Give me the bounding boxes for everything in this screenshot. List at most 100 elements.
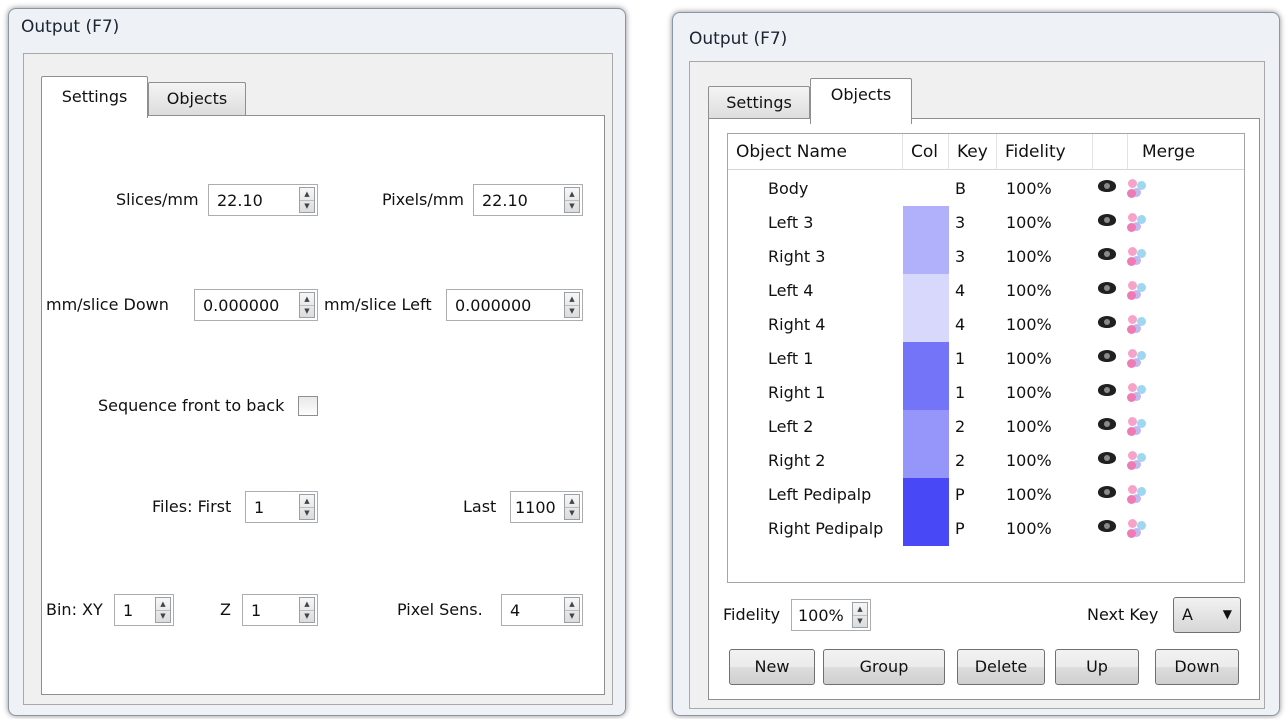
spin-down-icon[interactable]: ▼ (853, 615, 867, 627)
eye-icon[interactable] (1098, 316, 1116, 328)
pixels-per-mm-spinbox[interactable]: 22.10 ▲ ▼ (473, 184, 583, 216)
merge-icon[interactable] (1126, 280, 1154, 302)
spin-down-icon[interactable]: ▼ (300, 507, 314, 519)
object-fidelity: 100% (1006, 179, 1052, 198)
fidelity-spinbox[interactable]: 100% ▲ ▼ (791, 599, 871, 631)
table-row[interactable]: Left 1 1 100% (728, 342, 1244, 376)
spin-buttons[interactable]: ▲ ▼ (155, 597, 171, 623)
object-color-swatch[interactable] (903, 274, 949, 308)
merge-icon[interactable] (1126, 382, 1154, 404)
spin-buttons[interactable]: ▲ ▼ (564, 187, 580, 213)
eye-icon[interactable] (1098, 486, 1116, 498)
bin-z-value: 1 (251, 601, 262, 620)
window-title: Output (F7) (689, 29, 788, 49)
tab-objects[interactable]: Objects (148, 82, 246, 116)
table-row[interactable]: Left 3 3 100% (728, 206, 1244, 240)
object-key: B (955, 179, 966, 198)
object-color-swatch[interactable] (903, 410, 949, 444)
spin-buttons[interactable]: ▲ ▼ (564, 494, 580, 520)
object-color-swatch[interactable] (903, 478, 949, 512)
spin-buttons[interactable]: ▲ ▼ (564, 597, 580, 623)
tab-settings[interactable]: Settings (41, 76, 148, 118)
spin-down-icon[interactable]: ▼ (565, 610, 579, 622)
column-header-key[interactable]: Key (949, 134, 997, 170)
object-color-swatch[interactable] (903, 376, 949, 410)
object-color-swatch[interactable] (903, 342, 949, 376)
spin-down-icon[interactable]: ▼ (565, 200, 579, 212)
merge-icon[interactable] (1126, 212, 1154, 234)
column-header-merge[interactable]: Merge (1128, 134, 1244, 170)
eye-icon[interactable] (1098, 384, 1116, 396)
column-header-fidelity[interactable]: Fidelity (997, 134, 1093, 170)
spin-down-icon[interactable]: ▼ (565, 507, 579, 519)
merge-icon[interactable] (1126, 518, 1154, 540)
new-button[interactable]: New (729, 649, 815, 685)
mm-slice-left-spinbox[interactable]: 0.000000 ▲ ▼ (446, 289, 583, 321)
object-color-swatch[interactable] (903, 240, 949, 274)
tab-settings[interactable]: Settings (708, 86, 810, 120)
object-color-swatch[interactable] (903, 206, 949, 240)
objects-list[interactable]: Object Name Col Key Fidelity Merge Body B… (727, 133, 1245, 583)
bin-z-spinbox[interactable]: 1 ▲ ▼ (242, 594, 318, 626)
column-header-object-name[interactable]: Object Name (728, 134, 903, 170)
merge-icon[interactable] (1126, 450, 1154, 472)
eye-icon[interactable] (1098, 520, 1116, 532)
sequence-front-to-back-checkbox[interactable] (298, 396, 318, 416)
object-key: P (955, 519, 965, 538)
tab-objects[interactable]: Objects (810, 78, 912, 124)
mm-slice-down-spinbox[interactable]: 0.000000 ▲ ▼ (194, 289, 318, 321)
spin-buttons[interactable]: ▲ ▼ (299, 597, 315, 623)
eye-icon[interactable] (1098, 180, 1116, 192)
merge-icon[interactable] (1126, 484, 1154, 506)
table-row[interactable]: Left 2 2 100% (728, 410, 1244, 444)
up-button[interactable]: Up (1055, 649, 1139, 685)
merge-icon[interactable] (1126, 348, 1154, 370)
table-row[interactable]: Right 3 3 100% (728, 240, 1244, 274)
eye-icon[interactable] (1098, 248, 1116, 260)
group-button[interactable]: Group (823, 649, 945, 685)
object-color-swatch[interactable] (903, 308, 949, 342)
next-key-dropdown[interactable]: A ▼ (1173, 597, 1241, 633)
object-fidelity: 100% (1006, 417, 1052, 436)
spin-buttons[interactable]: ▲ ▼ (564, 292, 580, 318)
files-first-spinbox[interactable]: 1 ▲ ▼ (245, 491, 318, 523)
table-row[interactable]: Right 2 2 100% (728, 444, 1244, 478)
merge-icon[interactable] (1126, 314, 1154, 336)
spin-buttons[interactable]: ▲ ▼ (299, 292, 315, 318)
merge-icon[interactable] (1126, 416, 1154, 438)
table-row[interactable]: Left Pedipalp P 100% (728, 478, 1244, 512)
eye-icon[interactable] (1098, 214, 1116, 226)
table-row[interactable]: Right Pedipalp P 100% (728, 512, 1244, 546)
bin-xy-spinbox[interactable]: 1 ▲ ▼ (114, 594, 174, 626)
spin-buttons[interactable]: ▲ ▼ (852, 602, 868, 628)
spin-down-icon[interactable]: ▼ (300, 305, 314, 317)
slices-per-mm-spinbox[interactable]: 22.10 ▲ ▼ (208, 184, 318, 216)
column-header-col[interactable]: Col (903, 134, 949, 170)
spin-down-icon[interactable]: ▼ (565, 305, 579, 317)
delete-button[interactable]: Delete (957, 649, 1045, 685)
table-row[interactable]: Right 4 4 100% (728, 308, 1244, 342)
table-row[interactable]: Left 4 4 100% (728, 274, 1244, 308)
pixel-sens-spinbox[interactable]: 4 ▲ ▼ (501, 594, 583, 626)
down-button[interactable]: Down (1155, 649, 1239, 685)
files-last-spinbox[interactable]: 1100 ▲ ▼ (510, 491, 583, 523)
eye-icon[interactable] (1098, 452, 1116, 464)
spin-down-icon[interactable]: ▼ (300, 200, 314, 212)
eye-icon[interactable] (1098, 282, 1116, 294)
object-color-swatch[interactable] (903, 172, 949, 206)
object-color-swatch[interactable] (903, 512, 949, 546)
pixels-per-mm-value: 22.10 (482, 191, 528, 210)
object-color-swatch[interactable] (903, 444, 949, 478)
eye-icon[interactable] (1098, 350, 1116, 362)
table-row[interactable]: Right 1 1 100% (728, 376, 1244, 410)
spin-buttons[interactable]: ▲ ▼ (299, 187, 315, 213)
column-header-visible[interactable] (1093, 134, 1128, 170)
table-row[interactable]: Body B 100% (728, 172, 1244, 206)
eye-icon[interactable] (1098, 418, 1116, 430)
merge-icon[interactable] (1126, 246, 1154, 268)
spin-down-icon[interactable]: ▼ (156, 610, 170, 622)
merge-icon[interactable] (1126, 178, 1154, 200)
spin-buttons[interactable]: ▲ ▼ (299, 494, 315, 520)
object-fidelity: 100% (1006, 315, 1052, 334)
spin-down-icon[interactable]: ▼ (300, 610, 314, 622)
